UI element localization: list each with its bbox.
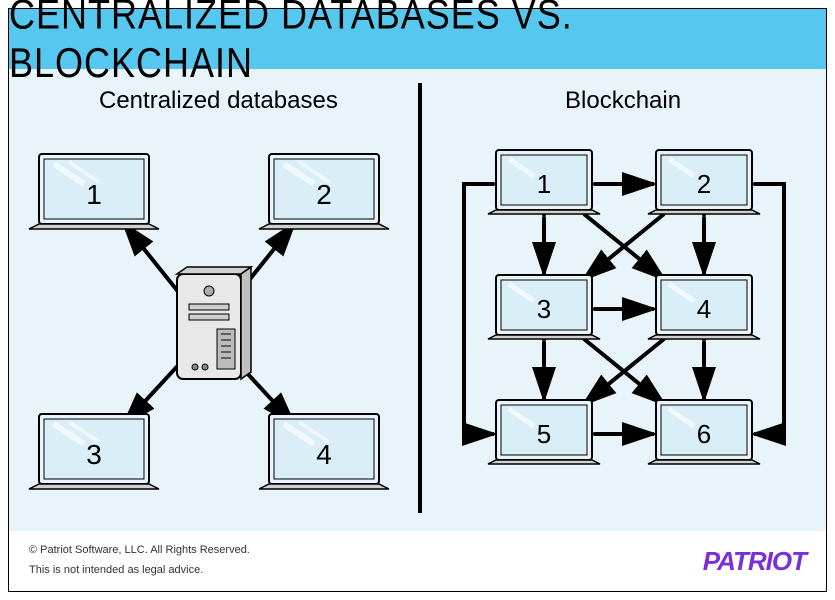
laptop-3-icon: 3 — [488, 275, 600, 339]
node-label: 3 — [537, 294, 551, 324]
centralized-diagram: 1 2 3 4 — [9, 109, 409, 529]
laptop-3-icon: 3 — [29, 414, 159, 489]
footer: © Patriot Software, LLC. All Rights Rese… — [9, 531, 826, 591]
node-label: 1 — [537, 169, 551, 199]
laptop-2-icon: 2 — [648, 150, 760, 214]
laptop-5-icon: 5 — [488, 400, 600, 464]
node-label: 1 — [86, 179, 102, 210]
laptop-6-icon: 6 — [648, 400, 760, 464]
disclaimer-text: This is not intended as legal advice. — [29, 561, 250, 581]
node-label: 6 — [697, 419, 711, 449]
laptop-1-icon: 1 — [29, 154, 159, 229]
node-label: 3 — [86, 439, 102, 470]
laptop-2-icon: 2 — [259, 154, 389, 229]
node-label: 2 — [697, 169, 711, 199]
diagram-frame: CENTRALIZED DATABASES VS. BLOCKCHAIN Cen… — [8, 8, 827, 592]
brand-logo: PATRIOT — [703, 546, 806, 577]
laptop-4-icon: 4 — [259, 414, 389, 489]
copyright-text: © Patriot Software, LLC. All Rights Rese… — [29, 541, 250, 561]
node-label: 4 — [697, 294, 711, 324]
vertical-divider — [418, 83, 422, 513]
content-area: Centralized databases Blockchain — [9, 69, 826, 529]
server-icon — [177, 267, 251, 379]
title-bar: CENTRALIZED DATABASES VS. BLOCKCHAIN — [9, 9, 826, 69]
node-label: 2 — [316, 179, 332, 210]
laptop-4-icon: 4 — [648, 275, 760, 339]
laptop-1-icon: 1 — [488, 150, 600, 214]
node-label: 4 — [316, 439, 332, 470]
blockchain-diagram: 1 2 3 4 5 6 — [424, 109, 824, 529]
footer-text: © Patriot Software, LLC. All Rights Rese… — [29, 541, 250, 581]
node-label: 5 — [537, 419, 551, 449]
